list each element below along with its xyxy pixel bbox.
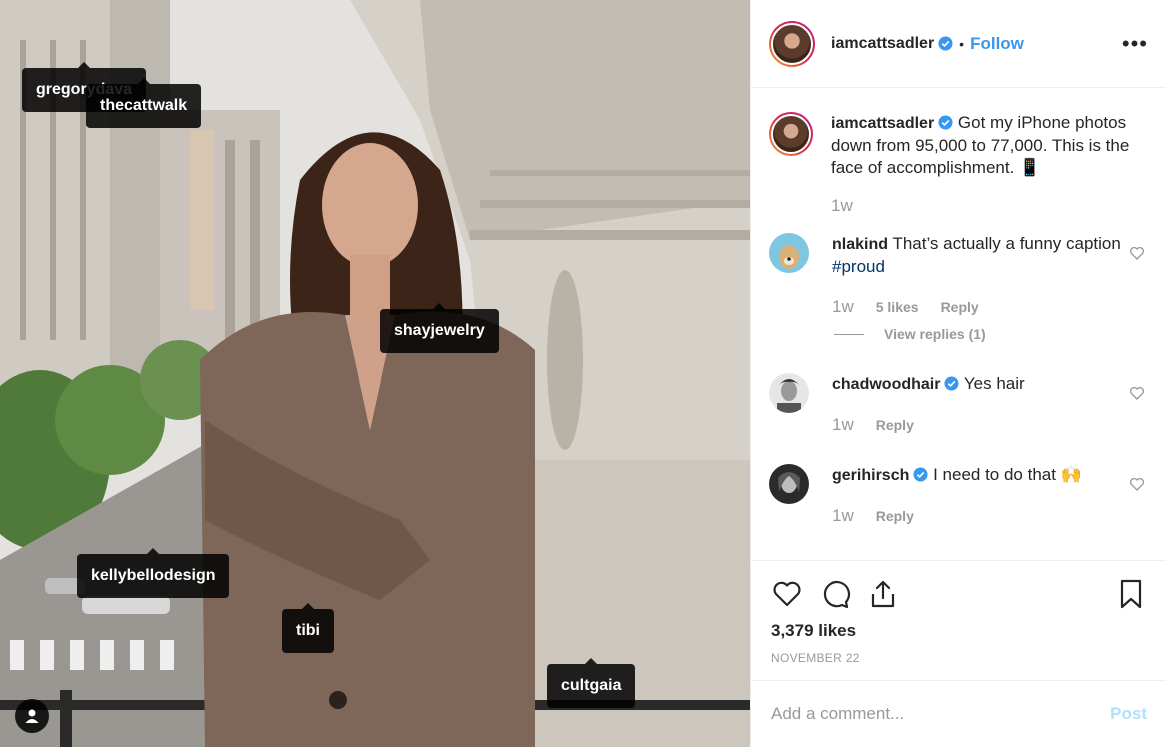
author-username[interactable]: iamcattsadler — [831, 35, 934, 53]
post-photo[interactable]: gregorydava thecattwalk shayjewelry kell… — [0, 0, 750, 747]
like-comment-icon[interactable] — [1129, 385, 1145, 401]
like-comment-icon[interactable] — [1129, 245, 1145, 261]
reply-button[interactable]: Reply — [876, 505, 914, 527]
comment-body: nlakind That’s actually a funny caption … — [832, 233, 1149, 318]
post-date: NOVEMBER 22 — [771, 651, 860, 665]
comment-input[interactable] — [771, 704, 1111, 724]
action-icons — [771, 577, 1147, 611]
comment-username[interactable]: nlakind — [832, 236, 888, 253]
comment-avatar[interactable] — [769, 373, 809, 413]
comment-body: gerihirsch I need to do that 🙌 1w Reply — [832, 464, 1149, 527]
photo-tag[interactable]: tibi — [282, 603, 334, 653]
comment-time: 1w — [832, 506, 854, 525]
bookmark-icon[interactable] — [1115, 578, 1147, 610]
comment-text: Yes hair — [963, 374, 1025, 393]
comment-text: I need to do that 🙌 — [933, 465, 1082, 484]
view-replies-label: View replies (1) — [884, 326, 986, 342]
comment-text: That’s actually a funny caption — [892, 234, 1121, 253]
like-comment-icon[interactable] — [1129, 476, 1145, 492]
comments-section: iamcattsadler Got my iPhone photos down … — [751, 88, 1166, 560]
comment-row: gerihirsch I need to do that 🙌 1w Reply — [769, 464, 1149, 527]
comment-time: 1w — [832, 415, 854, 434]
comment-avatar[interactable] — [769, 233, 809, 273]
comment-time: 1w — [832, 297, 854, 316]
caption-row: iamcattsadler Got my iPhone photos down … — [769, 112, 1149, 217]
comment-meta: 1w Reply — [832, 505, 1149, 527]
caption-avatar[interactable] — [769, 112, 813, 156]
view-replies-button[interactable]: View replies (1) — [834, 326, 986, 342]
comment-username[interactable]: chadwoodhair — [832, 376, 940, 393]
user-tags-icon — [25, 709, 39, 723]
comment-body: chadwoodhair Yes hair 1w Reply — [832, 373, 1149, 436]
verified-badge-icon — [938, 115, 953, 130]
comment-meta: 1w Reply — [832, 414, 1149, 436]
verified-badge-icon — [938, 36, 953, 51]
post-side-panel: iamcattsadler • Follow ••• iamcattsadler… — [750, 0, 1166, 747]
post-comment-button[interactable]: Post — [1110, 704, 1147, 724]
verified-badge-icon — [944, 376, 959, 391]
post-actions: 3,379 likes NOVEMBER 22 — [751, 560, 1166, 680]
verified-badge-icon — [913, 467, 928, 482]
follow-button[interactable]: Follow — [970, 34, 1024, 54]
user-tags-button[interactable] — [15, 699, 49, 733]
comment-icon[interactable] — [819, 578, 851, 610]
reply-button[interactable]: Reply — [941, 296, 979, 318]
view-replies-line — [834, 333, 864, 335]
likes-count[interactable]: 3,379 likes — [771, 621, 1147, 641]
header-separator: • — [959, 35, 965, 52]
caption-body: iamcattsadler Got my iPhone photos down … — [831, 112, 1149, 217]
comment-row: chadwoodhair Yes hair 1w Reply — [769, 373, 1149, 436]
comment-hashtag[interactable]: #proud — [832, 257, 885, 276]
author-block: iamcattsadler • Follow — [831, 34, 1024, 54]
comment-username[interactable]: gerihirsch — [832, 467, 909, 484]
author-avatar[interactable] — [769, 20, 815, 67]
caption-username[interactable]: iamcattsadler — [831, 115, 934, 132]
post-header: iamcattsadler • Follow ••• — [751, 0, 1166, 88]
comment-row: nlakind That’s actually a funny caption … — [769, 233, 1149, 318]
add-comment-bar: Post — [751, 680, 1166, 747]
photo-tag[interactable]: thecattwalk — [86, 78, 202, 128]
photo-tag[interactable]: shayjewelry — [380, 303, 499, 353]
reply-button[interactable]: Reply — [876, 414, 914, 436]
caption-time: 1w — [831, 196, 853, 215]
comment-meta: 1w 5 likes Reply — [832, 296, 1149, 318]
comment-avatar[interactable] — [769, 464, 809, 504]
photo-tag[interactable]: kellybellodesign — [77, 548, 230, 598]
comment-likes[interactable]: 5 likes — [876, 296, 919, 318]
photo-tag[interactable]: cultgaia — [547, 658, 636, 708]
share-icon[interactable] — [867, 578, 899, 610]
more-options-icon[interactable]: ••• — [1122, 31, 1148, 57]
caption-meta: 1w — [831, 195, 1149, 217]
heart-icon[interactable] — [771, 578, 803, 610]
